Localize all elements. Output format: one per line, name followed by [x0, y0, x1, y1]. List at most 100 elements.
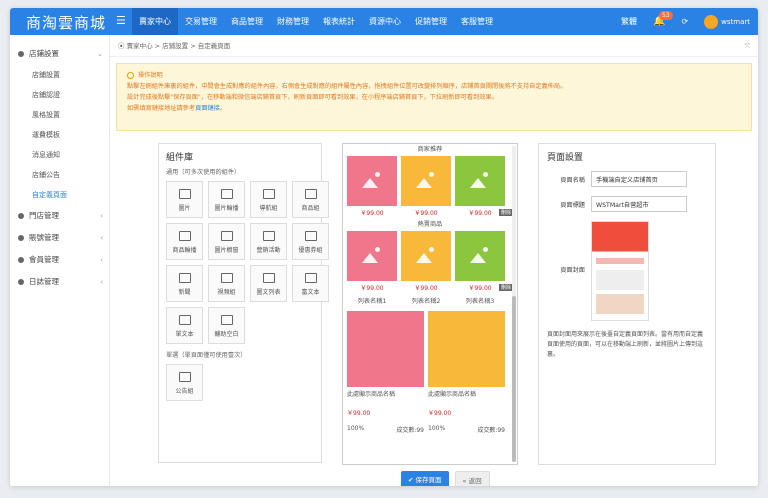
image-placeholder-icon	[362, 247, 382, 263]
save-label: 保存頁面	[415, 476, 442, 484]
back-label: 返回	[468, 477, 482, 485]
window-icon	[220, 231, 233, 241]
component-rich-text[interactable]: 富文本	[292, 265, 329, 302]
menu-icon[interactable]: ☰	[116, 14, 126, 27]
nav-finance[interactable]: 財務管理	[270, 8, 316, 35]
sidebar-group-shop-settings[interactable]: 店鋪設置 ⌄	[10, 43, 109, 65]
image-placeholder-icon	[470, 247, 490, 263]
component-image-window[interactable]: 圖片櫥窗	[208, 223, 245, 260]
sidebar-group-logs[interactable]: 日誌管理 ‹	[10, 271, 109, 293]
product-image[interactable]	[401, 231, 451, 281]
bag-carousel-icon	[178, 231, 191, 241]
save-page-button[interactable]: ✔ 保存頁面	[401, 471, 449, 486]
component-announcement[interactable]: 公告組	[166, 364, 203, 401]
rich-text-icon	[304, 273, 317, 283]
breadcrumb-text: 賣家中心 > 店鋪設置 > 自定義頁面	[126, 42, 231, 50]
page-cover-image[interactable]	[591, 221, 649, 321]
fullscreen-icon[interactable]: ⤧	[745, 35, 750, 57]
sidebar-item-shop-settings[interactable]: 店鋪設置	[10, 65, 109, 85]
component-goods-group[interactable]: 商品組	[292, 181, 329, 218]
sidebar-item-shop-auth[interactable]: 店鋪認證	[10, 85, 109, 105]
nav-goods[interactable]: 商品管理	[224, 8, 270, 35]
notice-box: 操作說明 點擊左側組件庫裏的組件，中間會生成對應的組件內容，右側會生成對應的組件…	[116, 63, 752, 131]
sidebar-item-announcement[interactable]: 店鋪公告	[10, 165, 109, 185]
rate-text: 100%	[347, 425, 365, 432]
chevron-left-icon: ‹	[100, 256, 103, 264]
component-news[interactable]: 新聞	[166, 265, 203, 302]
product-image[interactable]	[347, 231, 397, 281]
component-spacer[interactable]: 輔助空白	[208, 307, 245, 344]
notice-line-1: 點擊左側組件庫裏的組件，中間會生成對應的組件內容，右側會生成對應的組件屬性內容，…	[127, 83, 567, 90]
component-goods-carousel[interactable]: 商品輪播	[166, 223, 203, 260]
product-image[interactable]	[428, 311, 505, 387]
nav-reports[interactable]: 報表統計	[316, 8, 362, 35]
sidebar-item-style[interactable]: 風格設置	[10, 105, 109, 125]
sidebar-group-stores[interactable]: 門店管理 ‹	[10, 205, 109, 227]
product-row-2	[343, 231, 517, 281]
action-buttons: ✔ 保存頁面 « 返回	[401, 471, 490, 486]
megaphone-icon	[262, 231, 275, 241]
sidebar-group-members[interactable]: 會員管理 ‹	[10, 249, 109, 271]
component-image-carousel[interactable]: 圖片輪播	[208, 181, 245, 218]
page-link[interactable]: 頁面鏈接	[195, 105, 220, 112]
language-switch[interactable]: 繁體	[621, 16, 637, 27]
nav-promotions[interactable]: 促銷管理	[408, 8, 454, 35]
nav-service[interactable]: 客服管理	[454, 8, 500, 35]
page-name-input[interactable]: 手機端自定义店铺首页	[591, 171, 687, 187]
back-button[interactable]: « 返回	[454, 471, 490, 486]
chevron-left-icon: ‹	[100, 278, 103, 286]
preview-scrollbar[interactable]	[512, 146, 516, 462]
product-price: ￥99.00	[468, 285, 492, 292]
nav-trade[interactable]: 交易管理	[178, 8, 224, 35]
product-image[interactable]	[347, 156, 397, 206]
product-image[interactable]	[347, 311, 424, 387]
product-price: ￥99.00	[414, 210, 438, 217]
sidebar-item-messages[interactable]: 消息通知	[10, 145, 109, 165]
sidebar-group-accounts[interactable]: 賬號管理 ‹	[10, 227, 109, 249]
log-icon	[18, 279, 24, 285]
user-menu[interactable]: wstmart	[704, 14, 750, 29]
component-coupon[interactable]: 優惠券組	[292, 223, 329, 260]
nav-resources[interactable]: 資源中心	[362, 8, 408, 35]
page-title-input[interactable]: WSTMart自营超市	[591, 196, 687, 212]
delete-button[interactable]: 刪除	[498, 209, 513, 216]
component-image-text-list[interactable]: 圖文列表	[250, 265, 287, 302]
component-label: 優惠券組	[298, 247, 323, 254]
nav-seller-center[interactable]: 賣家中心	[132, 8, 178, 35]
component-image[interactable]: 圖片	[166, 181, 203, 218]
page-preview: 商家推荐 ￥99.00 ￥99.00 ￥99.00 刪除 熱賣商品 ￥99.00…	[342, 143, 518, 465]
delete-button[interactable]: 刪除	[498, 284, 513, 291]
component-video[interactable]: 視頻組	[208, 265, 245, 302]
sidebar-item-custom-page[interactable]: 自定義頁面	[10, 185, 109, 205]
product-image[interactable]	[401, 156, 451, 206]
component-label: 輔助空白	[214, 331, 239, 338]
cover-description: 頁面封面用來展示在後臺自定義頁面列表。當有用而自定義頁面使用的頁面，可以在移動端…	[547, 331, 704, 358]
username: wstmart	[721, 17, 750, 26]
top-bar: 商淘雲商城 ☰ 賣家中心 交易管理 商品管理 財務管理 報表統計 資源中心 促銷…	[10, 8, 758, 35]
news-icon	[178, 273, 191, 283]
component-label: 商品輪播	[172, 247, 197, 254]
component-marketing[interactable]: 營銷活動	[250, 223, 287, 260]
sidebar: 店鋪設置 ⌄ 店鋪設置 店鋪認證 風格設置 運費模板 消息通知 店鋪公告 自定義頁…	[10, 35, 110, 486]
component-single-text[interactable]: 單文本	[166, 307, 203, 344]
settings-row-cover: 頁面封面	[547, 221, 707, 321]
scrollbar-thumb[interactable]	[512, 296, 516, 462]
library-sub-multi: 通用（可多次使用的組件）	[166, 169, 241, 176]
sidebar-group-label: 賬號管理	[29, 233, 59, 242]
carousel-icon	[220, 189, 233, 199]
page-title-label: 頁面標題	[560, 201, 585, 209]
product-image[interactable]	[455, 231, 505, 281]
bell-icon[interactable]: 🔔 53	[653, 11, 673, 27]
component-label: 圖片	[178, 205, 191, 212]
product-big-row	[343, 311, 517, 387]
product-stats: 100% 成交數:99	[428, 425, 505, 434]
list-icon	[262, 273, 275, 283]
avatar	[704, 14, 719, 29]
sidebar-item-freight[interactable]: 運費模板	[10, 125, 109, 145]
price-row-2: ￥99.00 ￥99.00 ￥99.00	[343, 281, 517, 294]
notice-tail: 。	[219, 105, 226, 112]
section-title-recommend: 商家推荐	[417, 146, 443, 153]
refresh-icon[interactable]: ⟳	[681, 17, 688, 26]
product-image[interactable]	[455, 156, 505, 206]
component-nav-group[interactable]: 導航組	[250, 181, 287, 218]
